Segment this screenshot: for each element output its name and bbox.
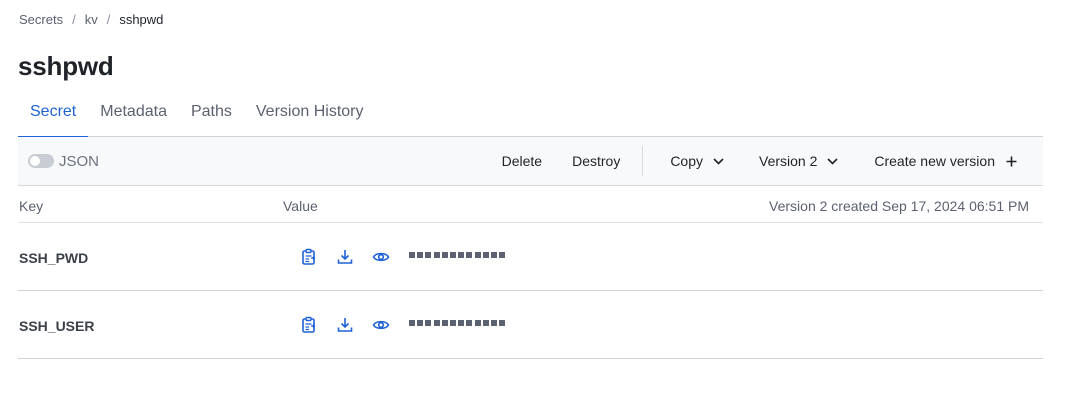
delete-button[interactable]: Delete bbox=[502, 153, 542, 169]
toolbar-divider bbox=[642, 146, 644, 176]
copy-clipboard-icon[interactable] bbox=[300, 316, 318, 334]
masked-secret-value bbox=[409, 252, 507, 258]
download-icon[interactable] bbox=[336, 316, 354, 334]
tab-paths[interactable]: Paths bbox=[179, 94, 244, 137]
column-header-value: Value bbox=[283, 198, 318, 214]
version-button-label: Version 2 bbox=[759, 153, 818, 169]
eye-icon[interactable] bbox=[372, 248, 390, 266]
json-toggle-label: JSON bbox=[59, 152, 100, 170]
json-toggle[interactable]: JSON bbox=[28, 153, 99, 170]
create-new-version-button[interactable]: Create new version bbox=[874, 153, 1017, 169]
download-icon[interactable] bbox=[336, 248, 354, 266]
breadcrumb-separator: / bbox=[106, 12, 111, 27]
tab-version-history[interactable]: Version History bbox=[244, 94, 376, 137]
tab-metadata[interactable]: Metadata bbox=[88, 94, 179, 137]
breadcrumb-current: sshpwd bbox=[119, 12, 164, 27]
tab-secret[interactable]: Secret bbox=[18, 94, 89, 138]
tab-bar: Secret Metadata Paths Version History bbox=[18, 94, 1043, 138]
chevron-down-icon bbox=[827, 157, 838, 165]
column-header-key: Key bbox=[19, 198, 44, 214]
version-created-info: Version 2 created Sep 17, 2024 06:51 PM bbox=[769, 198, 1029, 214]
copy-clipboard-icon[interactable] bbox=[300, 248, 318, 266]
chevron-down-icon bbox=[713, 157, 724, 165]
breadcrumb-kv[interactable]: kv bbox=[85, 12, 98, 27]
version-dropdown-button[interactable]: Version 2 bbox=[759, 153, 838, 169]
breadcrumb-secrets[interactable]: Secrets bbox=[19, 12, 63, 27]
copy-dropdown-button[interactable]: Copy bbox=[670, 153, 724, 169]
masked-secret-value bbox=[409, 320, 507, 326]
secret-key: SSH_PWD bbox=[19, 250, 89, 266]
secret-key: SSH_USER bbox=[19, 318, 95, 334]
json-toggle-switch[interactable] bbox=[28, 154, 54, 168]
table-row: SSH_USER bbox=[18, 291, 1043, 359]
breadcrumb: Secrets / kv / sshpwd bbox=[19, 12, 163, 27]
table-row: SSH_PWD bbox=[18, 223, 1043, 291]
table-header: Key Value Version 2 created Sep 17, 2024… bbox=[18, 186, 1043, 223]
create-version-label: Create new version bbox=[874, 153, 995, 169]
page-title: sshpwd bbox=[18, 51, 114, 81]
destroy-button[interactable]: Destroy bbox=[572, 153, 620, 169]
breadcrumb-separator: / bbox=[72, 12, 76, 27]
copy-button-label: Copy bbox=[670, 153, 703, 169]
plus-icon bbox=[1006, 156, 1017, 166]
secret-toolbar: JSON Delete Destroy Copy Version 2 Creat… bbox=[18, 137, 1043, 186]
toggle-knob bbox=[30, 156, 40, 166]
eye-icon[interactable] bbox=[372, 316, 390, 334]
